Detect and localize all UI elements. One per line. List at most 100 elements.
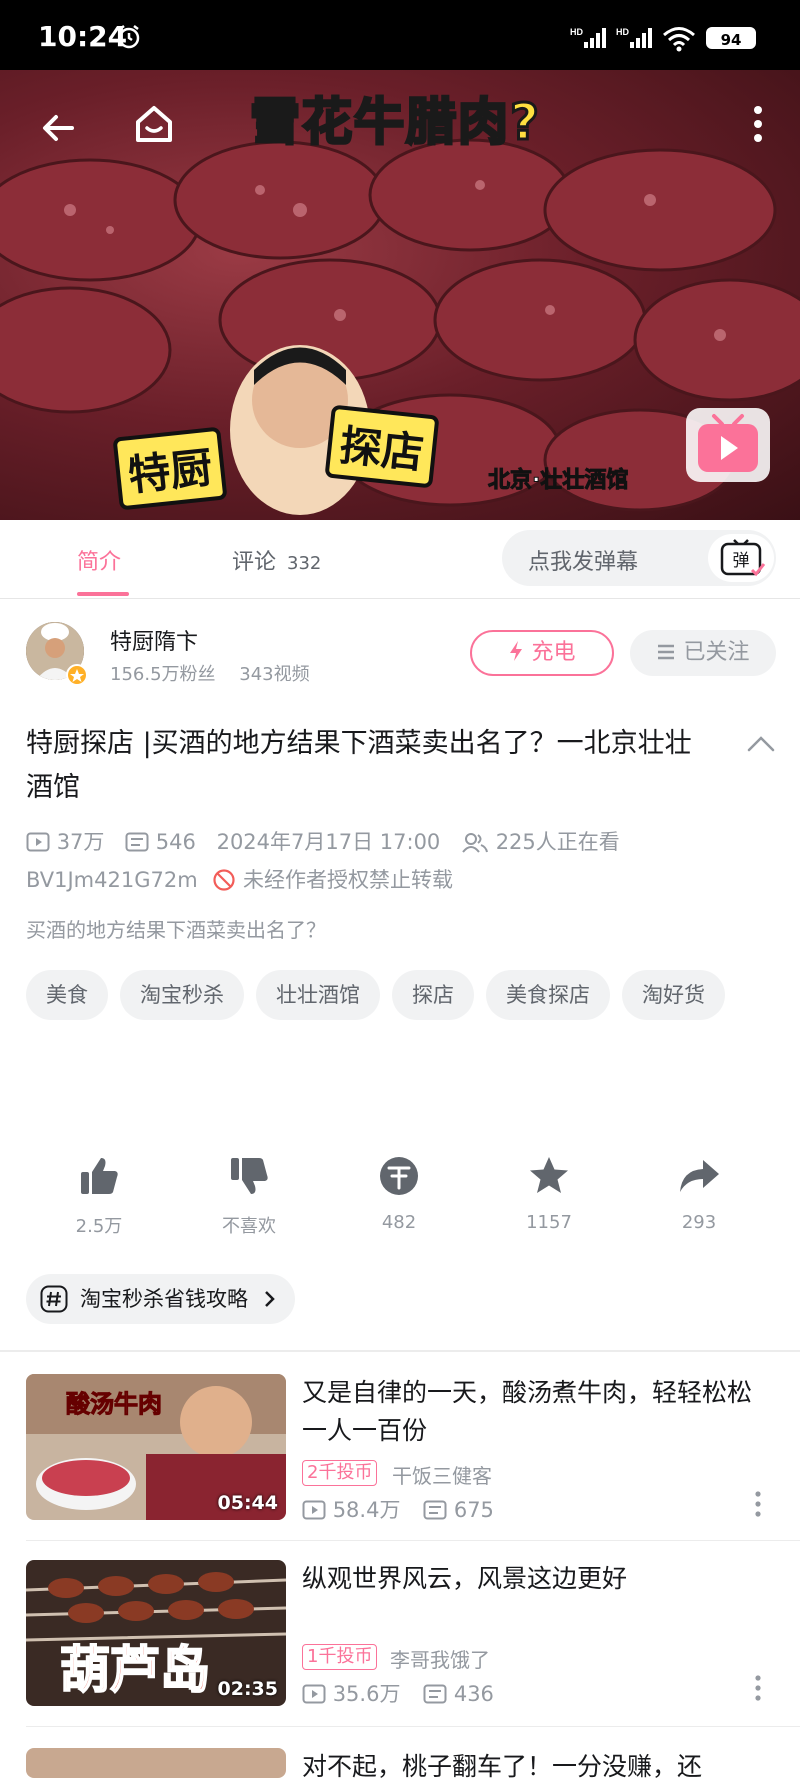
publish-time: 2024年7月17日 17:00 — [216, 830, 441, 854]
repost-notice: 未经作者授权禁止转载 — [243, 868, 454, 892]
video-meta-2: BV1Jm421G72m 未经作者授权禁止转载 — [26, 864, 453, 894]
star-icon — [530, 1157, 568, 1193]
menu-lines-icon — [658, 644, 675, 660]
rec-stats: 35.6万 436 — [302, 1678, 494, 1708]
charge-label: 充电 — [531, 640, 576, 665]
sticker-tandian: 探店 — [324, 404, 440, 489]
video-overlay-title: 雪花牛腊肉? — [248, 92, 542, 153]
tv-play-icon — [698, 414, 758, 472]
chevron-up-icon[interactable] — [746, 734, 776, 754]
cellular-signal-icon: HD — [570, 27, 606, 48]
uploader-video-count: 343视频 — [239, 664, 310, 685]
video-title: 特厨探店 |买酒的地方结果下酒菜卖出名了？一北京壮壮酒馆 — [26, 728, 692, 803]
danmaku-count-icon — [423, 1684, 447, 1704]
tag-list: 美食 淘宝秒杀 壮壮酒馆 探店 美食探店 淘好货 — [26, 970, 766, 1038]
promo-topic-chip[interactable]: 淘宝秒杀省钱攻略 — [26, 1274, 295, 1324]
uploader-name[interactable]: 特厨隋卞 — [110, 624, 198, 656]
action-bar: 2.5万 不喜欢 482 1157 293 — [0, 1152, 800, 1252]
video-player[interactable]: 雪花牛腊肉? 特厨 探店 北京·壮壮酒馆 — [0, 70, 800, 520]
video-description: 买酒的地方结果下酒菜卖出名了？ — [26, 918, 326, 942]
back-arrow-icon[interactable] — [38, 108, 78, 148]
more-vertical-icon[interactable] — [748, 100, 768, 148]
danmaku-button-text: 弹 — [733, 551, 750, 571]
rec-views: 58.4万 — [332, 1498, 401, 1522]
tab-comments[interactable]: 评论 332 — [232, 544, 321, 576]
uploader-stats: 156.5万粉丝 343视频 — [110, 660, 310, 686]
wifi-icon — [663, 27, 695, 52]
section-divider — [0, 1350, 800, 1352]
more-vertical-icon[interactable] — [752, 1674, 764, 1702]
status-bar: 10:24 HD HD 94 — [0, 0, 800, 70]
dislike-button[interactable]: 不喜欢 — [189, 1152, 309, 1238]
video-duration: 02:35 — [217, 1678, 278, 1700]
viewers-icon — [462, 833, 488, 853]
uploader-fans: 156.5万粉丝 — [110, 664, 216, 685]
rec-author: 李哥我饿了 — [390, 1648, 490, 1672]
video-meta: 37万 546 2024年7月17日 17:00 225人正在看 — [26, 826, 634, 856]
video-thumbnail[interactable] — [26, 1748, 286, 1778]
verified-badge-icon — [66, 664, 88, 686]
lightning-icon — [510, 641, 523, 661]
coin-icon — [380, 1157, 418, 1195]
tag-chip[interactable]: 壮壮酒馆 — [256, 970, 380, 1020]
play-count-icon — [302, 1500, 326, 1520]
rec-title[interactable]: 又是自律的一天，酸汤煮牛肉，轻轻松松一人一百份 — [302, 1374, 772, 1450]
tag-chip[interactable]: 淘好货 — [622, 970, 725, 1020]
coin-badge: 1千投币 — [302, 1644, 378, 1670]
danmaku-input[interactable]: 点我发弹幕 弹 — [502, 530, 776, 586]
followed-button[interactable]: 已关注 — [630, 630, 776, 676]
video-duration: 05:44 — [217, 1492, 278, 1514]
tv-play-button[interactable] — [686, 408, 770, 482]
rec-danmaku: 675 — [453, 1498, 494, 1522]
share-button[interactable]: 293 — [639, 1152, 759, 1233]
promo-label: 淘宝秒杀省钱攻略 — [80, 1287, 248, 1311]
list-item[interactable]: 酸汤牛肉 05:44 又是自律的一天，酸汤煮牛肉，轻轻松松一人一百份 2千投币 … — [0, 1374, 800, 1534]
chevron-right-icon — [264, 1291, 275, 1307]
view-count: 37万 — [56, 830, 105, 854]
tag-chip[interactable]: 美食 — [26, 970, 108, 1020]
rec-author: 干饭三健客 — [392, 1464, 492, 1488]
video-thumbnail[interactable]: 葫芦岛 02:35 — [26, 1560, 286, 1706]
bvid[interactable]: BV1Jm421G72m — [26, 868, 198, 892]
coin-count: 482 — [381, 1212, 417, 1233]
forbidden-icon — [213, 869, 235, 891]
like-count: 2.5万 — [75, 1216, 123, 1237]
tag-chip[interactable]: 美食探店 — [486, 970, 610, 1020]
svg-text:HD: HD — [616, 27, 629, 37]
more-vertical-icon[interactable] — [752, 1490, 764, 1518]
rec-danmaku: 436 — [453, 1682, 494, 1706]
tag-chip[interactable]: 淘宝秒杀 — [120, 970, 244, 1020]
coin-button[interactable]: 482 — [339, 1152, 459, 1233]
video-location-label: 北京·壮壮酒馆 — [487, 468, 629, 494]
thumbs-up-icon — [81, 1158, 118, 1194]
rec-title[interactable]: 对不起，桃子翻车了！一分没赚，还 — [302, 1748, 772, 1778]
dislike-label: 不喜欢 — [222, 1216, 276, 1237]
tab-intro[interactable]: 简介 — [77, 544, 121, 576]
tag-chip[interactable]: 探店 — [392, 970, 474, 1020]
rec-title[interactable]: 纵观世界风云，风景这边更好 — [302, 1560, 772, 1598]
cellular-signal-2-icon: HD — [616, 27, 652, 48]
share-arrow-icon — [680, 1160, 719, 1192]
danmaku-tv-icon: 弹 — [720, 539, 766, 577]
tab-comments-label: 评论 — [232, 550, 277, 575]
list-item[interactable]: 对不起，桃子翻车了！一分没赚，还 — [0, 1748, 800, 1778]
battery-indicator: 94 — [706, 27, 756, 49]
list-item[interactable]: 葫芦岛 02:35 纵观世界风云，风景这边更好 1千投币 李哥我饿了 35.6万… — [0, 1560, 800, 1720]
list-divider — [26, 1540, 800, 1541]
thumbnail-label: 酸汤牛肉 — [66, 1390, 163, 1419]
share-count: 293 — [681, 1212, 717, 1233]
thumbs-down-icon — [231, 1158, 268, 1194]
home-icon[interactable] — [130, 100, 178, 148]
tab-comments-count: 332 — [287, 553, 322, 574]
rec-views: 35.6万 — [332, 1682, 401, 1706]
video-thumbnail[interactable]: 酸汤牛肉 05:44 — [26, 1374, 286, 1520]
tab-active-indicator — [77, 592, 129, 596]
like-button[interactable]: 2.5万 — [39, 1152, 159, 1238]
status-time: 10:24 — [38, 20, 128, 53]
rec-stats: 58.4万 675 — [302, 1494, 494, 1524]
coin-badge: 2千投币 — [302, 1460, 378, 1486]
favorite-button[interactable]: 1157 — [489, 1152, 609, 1233]
followed-label: 已关注 — [683, 640, 750, 665]
danmaku-toggle-button[interactable]: 弹 — [708, 534, 774, 582]
charge-button[interactable]: 充电 — [470, 630, 614, 676]
